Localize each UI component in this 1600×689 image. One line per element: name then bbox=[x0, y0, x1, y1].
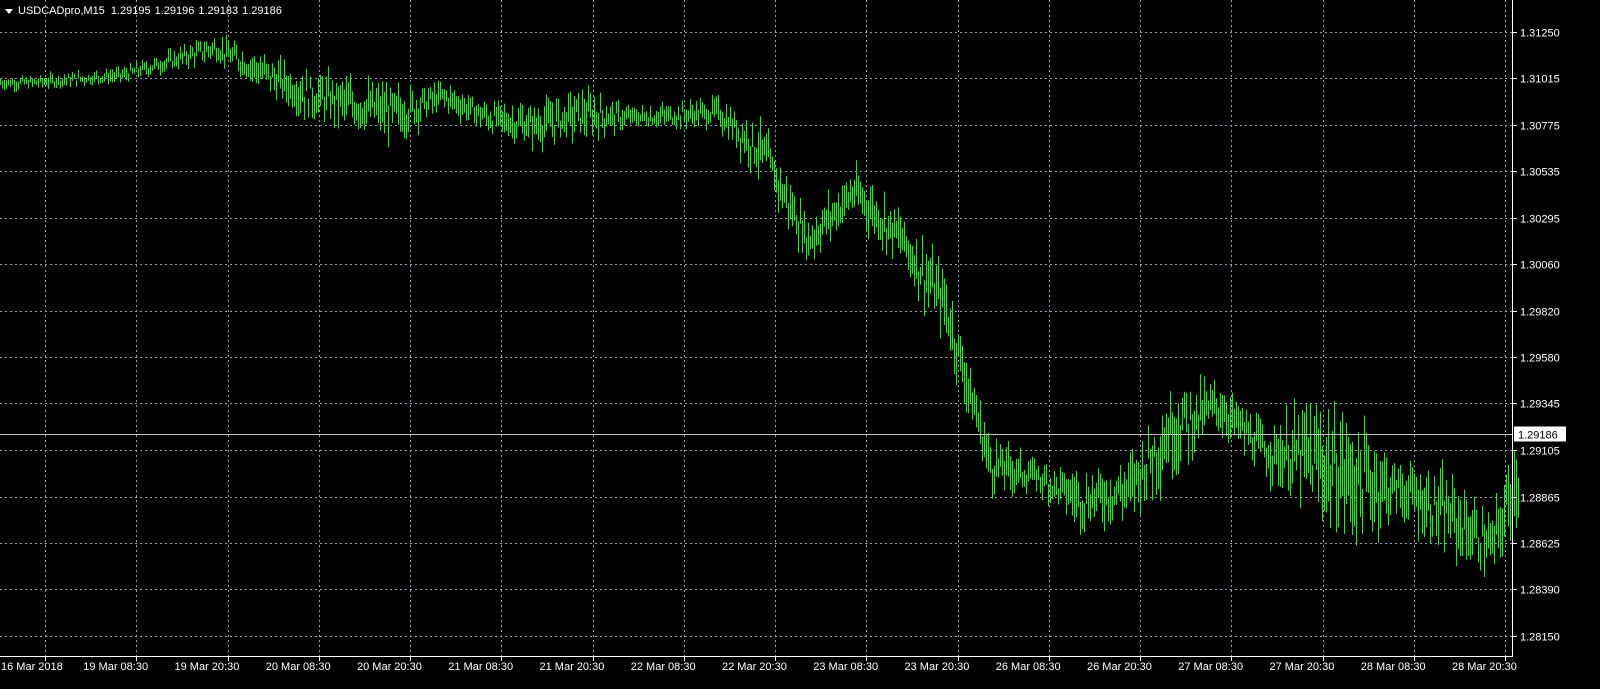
time-tick-label: 27 Mar 20:30 bbox=[1270, 661, 1335, 673]
symbol-timeframe: USDCADpro,M15 bbox=[18, 5, 105, 17]
high-price: 1.29196 bbox=[154, 5, 195, 17]
low-price: 1.29183 bbox=[198, 5, 239, 17]
price-tick-label: 1.29580 bbox=[1520, 353, 1560, 365]
chart-window[interactable]: 1.31250 1.31015 1.30775 1.30535 1.30295 1.300… bbox=[0, 0, 1600, 689]
time-tick-label: 23 Mar 08:30 bbox=[813, 661, 878, 673]
price-tick-label: 1.28625 bbox=[1520, 539, 1560, 551]
time-tick-label: 26 Mar 08:30 bbox=[996, 661, 1061, 673]
price-tick-label: 1.30775 bbox=[1520, 121, 1560, 133]
close-price: 1.29186 bbox=[242, 5, 282, 17]
time-tick-label: 28 Mar 20:30 bbox=[1452, 661, 1517, 673]
price-tick-label: 1.29345 bbox=[1520, 399, 1560, 411]
open-price: 1.29195 bbox=[110, 5, 151, 17]
time-tick-label: 16 Mar 2018 bbox=[1, 661, 63, 673]
time-tick-label: 27 Mar 08:30 bbox=[1178, 661, 1243, 673]
dropdown-triangle-icon[interactable] bbox=[5, 8, 13, 14]
time-tick-label: 22 Mar 08:30 bbox=[631, 661, 696, 673]
symbol-header[interactable]: USDCADpro,M15 1.29195 1.29196 1.29183 1.… bbox=[3, 3, 286, 19]
time-tick-label: 20 Mar 08:30 bbox=[266, 661, 331, 673]
price-tick-label: 1.29820 bbox=[1520, 307, 1560, 319]
price-tick-label: 1.31015 bbox=[1520, 74, 1560, 86]
price-tick-label: 1.28390 bbox=[1520, 585, 1560, 597]
price-tick-label: 1.31250 bbox=[1520, 28, 1560, 40]
price-tick-label: 1.28865 bbox=[1520, 493, 1560, 505]
time-tick-label: 19 Mar 08:30 bbox=[83, 661, 148, 673]
price-tick-label: 1.30060 bbox=[1520, 260, 1560, 272]
time-tick-label: 23 Mar 20:30 bbox=[905, 661, 970, 673]
time-tick-label: 19 Mar 20:30 bbox=[175, 661, 240, 673]
time-tick-label: 21 Mar 08:30 bbox=[448, 661, 513, 673]
time-tick-label: 22 Mar 20:30 bbox=[722, 661, 787, 673]
current-price-label: 1.29186 bbox=[1518, 430, 1558, 442]
time-tick-label: 20 Mar 20:30 bbox=[357, 661, 422, 673]
price-chart[interactable]: 1.31250 1.31015 1.30775 1.30535 1.30295 1.300… bbox=[0, 0, 1600, 689]
price-tick-label: 1.29105 bbox=[1520, 446, 1560, 458]
price-tick-label: 1.30535 bbox=[1520, 167, 1560, 179]
time-tick-label: 26 Mar 20:30 bbox=[1087, 661, 1152, 673]
price-tick-label: 1.28150 bbox=[1520, 632, 1560, 644]
price-tick-label: 1.30295 bbox=[1520, 214, 1560, 226]
time-tick-label: 28 Mar 08:30 bbox=[1361, 661, 1426, 673]
time-tick-label: 21 Mar 20:30 bbox=[540, 661, 605, 673]
